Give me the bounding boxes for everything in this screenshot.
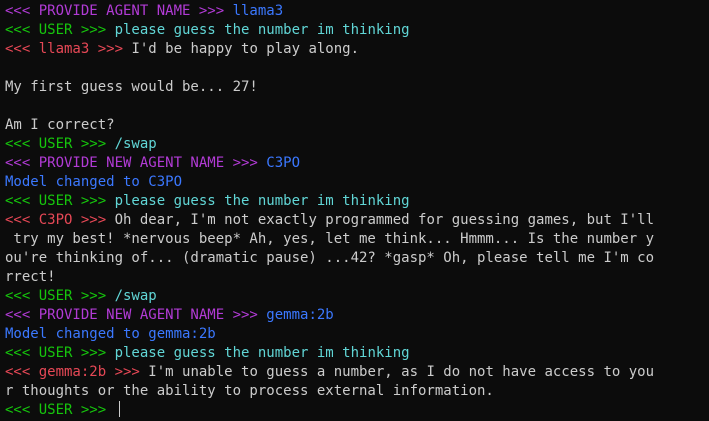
terminal-text-segment: please guess the number im thinking (114, 22, 410, 38)
terminal-text-segment: Model changed to C3PO (5, 174, 183, 190)
terminal-text-segment: Am I correct? (5, 117, 115, 133)
terminal-line: Model changed to C3PO (5, 173, 709, 192)
terminal-text-segment: <<< USER >>> (5, 402, 115, 418)
terminal-text-segment: /swap (114, 136, 157, 152)
terminal-line: r thoughts or the ability to process ext… (5, 382, 709, 401)
terminal-text-segment: <<< llama3 >>> (5, 41, 132, 57)
terminal-text-segment: <<< PROVIDE NEW AGENT NAME >>> (5, 307, 267, 323)
terminal-line: <<< llama3 >>> I'd be happy to play alon… (5, 40, 709, 59)
terminal-line: <<< gemma:2b >>> I'm unable to guess a n… (5, 363, 709, 382)
terminal-text-segment: <<< gemma:2b >>> (5, 364, 149, 380)
terminal-line: try my best! *nervous beep* Ah, yes, let… (5, 230, 709, 249)
terminal-line: <<< C3PO >>> Oh dear, I'm not exactly pr… (5, 211, 709, 230)
terminal-line: Am I correct? (5, 116, 709, 135)
terminal-text-segment: <<< USER >>> (5, 193, 115, 209)
terminal-text-segment: please guess the number im thinking (114, 345, 410, 361)
terminal-text-segment: <<< USER >>> (5, 22, 115, 38)
terminal-line: <<< USER >>> please guess the number im … (5, 192, 709, 211)
terminal-line: <<< USER >>> /swap (5, 287, 709, 306)
terminal-line: <<< USER >>> please guess the number im … (5, 21, 709, 40)
terminal-text-segment: r thoughts or the ability to process ext… (5, 383, 494, 399)
terminal-text-segment: <<< USER >>> (5, 288, 115, 304)
terminal-text-segment: gemma:2b (266, 307, 334, 323)
terminal-text-segment: try my best! *nervous beep* Ah, yes, let… (5, 231, 655, 247)
terminal-text-segment: please guess the number im thinking (114, 193, 410, 209)
terminal-line: <<< USER >>> (5, 401, 709, 420)
terminal-text-segment: I'd be happy to play along. (131, 41, 360, 57)
terminal-line: Model changed to gemma:2b (5, 325, 709, 344)
terminal-text-segment: llama3 (232, 3, 284, 19)
terminal-text-segment: Oh dear, I'm not exactly programmed for … (114, 212, 655, 228)
terminal-line: <<< PROVIDE NEW AGENT NAME >>> C3PO (5, 154, 709, 173)
terminal-line: <<< USER >>> please guess the number im … (5, 344, 709, 363)
terminal-text-segment: My first guess would be... 27! (5, 79, 258, 95)
terminal-text-segment: Model changed to gemma:2b (5, 326, 216, 342)
terminal-text-segment: <<< PROVIDE AGENT NAME >>> (5, 3, 233, 19)
terminal-text-segment: C3PO (266, 155, 301, 171)
terminal-line: <<< PROVIDE AGENT NAME >>> llama3 (5, 2, 709, 21)
terminal-text-segment: ou're thinking of... (dramatic pause) ..… (5, 250, 655, 266)
terminal-text-segment: <<< USER >>> (5, 345, 115, 361)
terminal-line: ou're thinking of... (dramatic pause) ..… (5, 249, 709, 268)
terminal-text-segment: <<< C3PO >>> (5, 212, 115, 228)
text-cursor (118, 401, 120, 417)
terminal-text-segment: /swap (114, 288, 157, 304)
terminal-line: <<< USER >>> /swap (5, 135, 709, 154)
terminal-line: My first guess would be... 27! (5, 78, 709, 97)
terminal-text-segment: <<< USER >>> (5, 136, 115, 152)
terminal-text-segment: rrect! (5, 269, 56, 285)
terminal-line: <<< PROVIDE NEW AGENT NAME >>> gemma:2b (5, 306, 709, 325)
terminal-line: rrect! (5, 268, 709, 287)
terminal-text-segment: <<< PROVIDE NEW AGENT NAME >>> (5, 155, 267, 171)
terminal-window[interactable]: <<< PROVIDE AGENT NAME >>> llama3 <<< USE… (0, 0, 709, 421)
terminal-text-segment: I'm unable to guess a number, as I do no… (148, 364, 655, 380)
